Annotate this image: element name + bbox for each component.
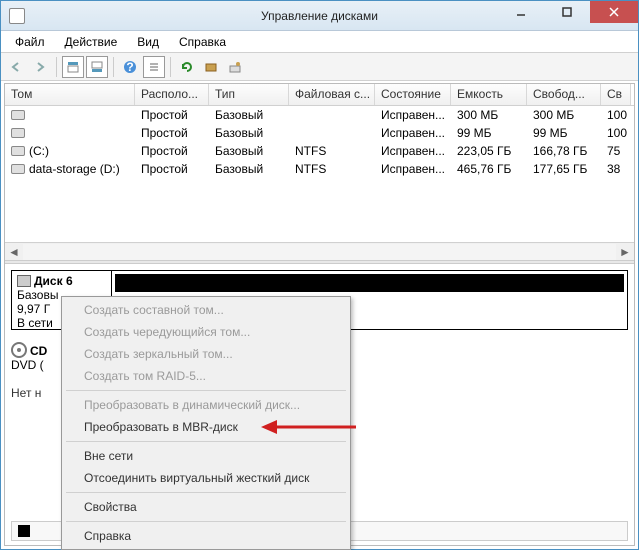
volume-grid[interactable]: Том Располо... Тип Файловая с... Состоян… (5, 84, 634, 260)
volume-icon (11, 164, 25, 174)
help-button[interactable]: ? (119, 56, 141, 78)
toolbar-separator (113, 57, 114, 77)
scroll-left-icon[interactable]: ◄ (5, 244, 23, 260)
refresh-button[interactable] (176, 56, 198, 78)
minimize-button[interactable] (498, 1, 544, 23)
view-bottom-button[interactable] (86, 56, 108, 78)
rescan-button[interactable] (200, 56, 222, 78)
cm-create-striped[interactable]: Создать чередующийся том... (64, 321, 348, 343)
col-filesystem[interactable]: Файловая с... (289, 84, 375, 105)
volume-icon (11, 128, 25, 138)
back-button[interactable] (5, 56, 27, 78)
volume-icon (11, 110, 25, 120)
menubar: Файл Действие Вид Справка (1, 31, 638, 53)
cm-help[interactable]: Справка (64, 525, 348, 547)
scroll-right-icon[interactable]: ► (616, 244, 634, 260)
cdrom-icon (11, 342, 27, 358)
col-pct[interactable]: Св (601, 84, 631, 105)
menu-file[interactable]: Файл (5, 33, 55, 51)
col-capacity[interactable]: Емкость (451, 84, 527, 105)
col-layout[interactable]: Располо... (135, 84, 209, 105)
svg-text:?: ? (126, 60, 133, 74)
col-status[interactable]: Состояние (375, 84, 451, 105)
disk-name: Диск 6 (34, 274, 73, 288)
settings-list-button[interactable] (143, 56, 165, 78)
grid-body: ПростойБазовыйИсправен...300 МБ300 МБ100… (5, 106, 634, 178)
col-type[interactable]: Тип (209, 84, 289, 105)
attach-vhd-button[interactable] (224, 56, 246, 78)
cm-detach-vhd[interactable]: Отсоединить виртуальный жесткий диск (64, 467, 348, 489)
grid-header-row: Том Располо... Тип Файловая с... Состоян… (5, 84, 634, 106)
table-row[interactable]: (C:)ПростойБазовыйNTFSИсправен...223,05 … (5, 142, 634, 160)
cm-separator (66, 390, 346, 391)
cm-separator (66, 521, 346, 522)
forward-button[interactable] (29, 56, 51, 78)
unallocated-bar[interactable] (115, 274, 624, 292)
cm-convert-mbr[interactable]: Преобразовать в MBR-диск (64, 416, 348, 438)
cm-create-raid5[interactable]: Создать том RAID-5... (64, 365, 348, 387)
maximize-button[interactable] (544, 1, 590, 23)
titlebar[interactable]: Управление дисками (1, 1, 638, 31)
toolbar-separator (170, 57, 171, 77)
cm-offline[interactable]: Вне сети (64, 445, 348, 467)
cm-convert-dynamic[interactable]: Преобразовать в динамический диск... (64, 394, 348, 416)
toolbar-separator (56, 57, 57, 77)
disk-icon (17, 275, 31, 287)
legend-swatch-unallocated (18, 525, 30, 537)
app-icon (9, 8, 25, 24)
table-row[interactable]: data-storage (D:)ПростойБазовыйNTFSИспра… (5, 160, 634, 178)
cm-separator (66, 492, 346, 493)
menu-help[interactable]: Справка (169, 33, 236, 51)
scroll-track[interactable] (23, 244, 616, 260)
menu-action[interactable]: Действие (55, 33, 128, 51)
col-volume[interactable]: Том (5, 84, 135, 105)
view-top-button[interactable] (62, 56, 84, 78)
col-free[interactable]: Свобод... (527, 84, 601, 105)
table-row[interactable]: ПростойБазовыйИсправен...99 МБ99 МБ100 (5, 124, 634, 142)
cm-create-mirrored[interactable]: Создать зеркальный том... (64, 343, 348, 365)
context-menu: Создать составной том... Создать чередую… (61, 296, 351, 550)
disk-management-window: Управление дисками Файл Действие Вид Спр… (0, 0, 639, 550)
cdrom-label: CD (30, 344, 47, 358)
cm-separator (66, 441, 346, 442)
window-controls (498, 1, 638, 23)
close-button[interactable] (590, 1, 638, 23)
horizontal-scrollbar[interactable]: ◄ ► (5, 242, 634, 260)
cm-properties[interactable]: Свойства (64, 496, 348, 518)
menu-view[interactable]: Вид (127, 33, 169, 51)
volume-icon (11, 146, 25, 156)
table-row[interactable]: ПростойБазовыйИсправен...300 МБ300 МБ100 (5, 106, 634, 124)
cm-create-spanned[interactable]: Создать составной том... (64, 299, 348, 321)
toolbar: ? (1, 53, 638, 81)
